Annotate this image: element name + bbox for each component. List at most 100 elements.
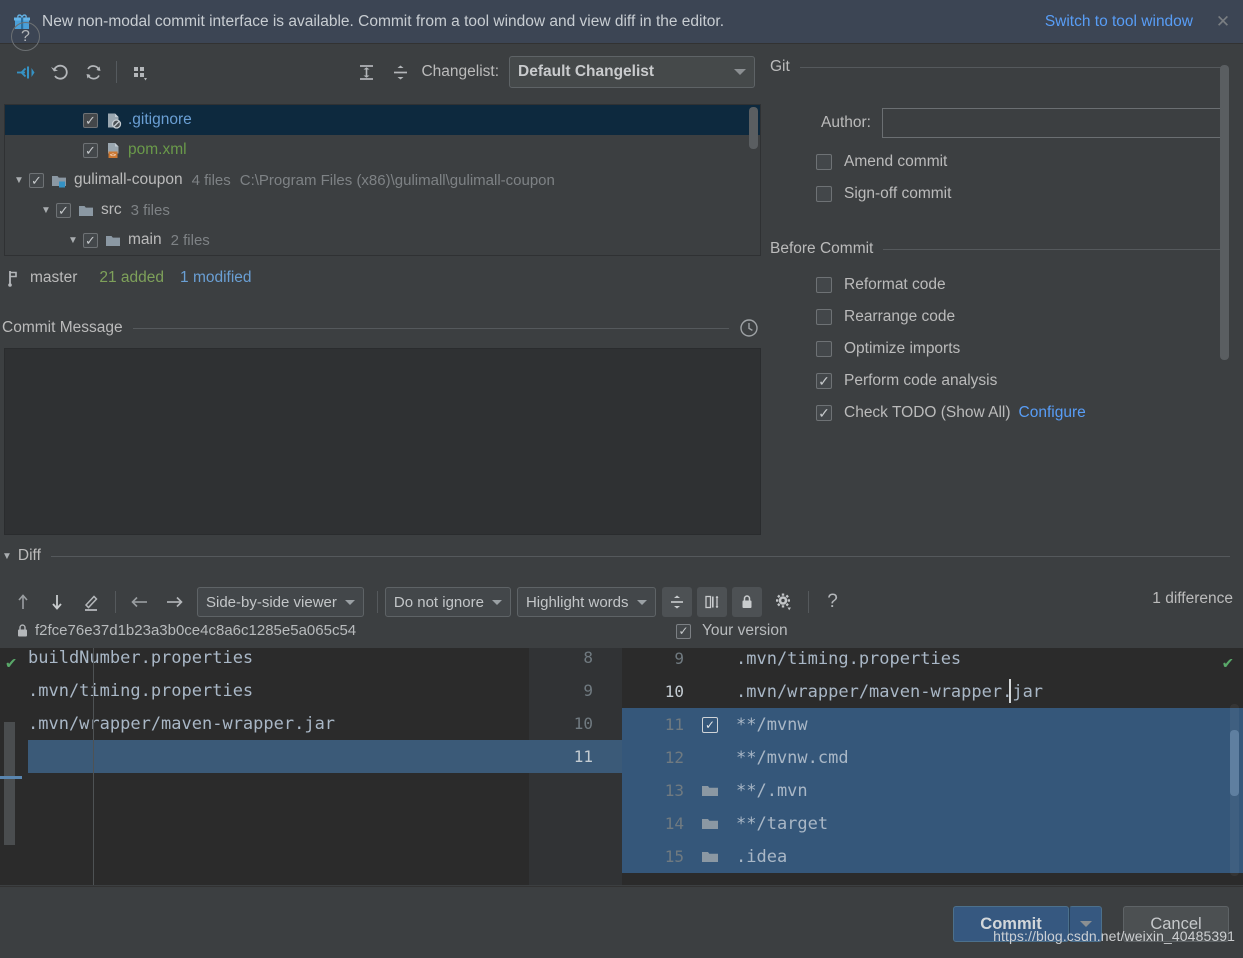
diff-line-number-right: 15 — [664, 847, 684, 866]
checkbox-icon[interactable] — [816, 186, 832, 202]
chevron-down-icon[interactable]: ▼ — [63, 235, 83, 246]
group-by-icon[interactable] — [123, 57, 157, 87]
accept-change-check-icon[interactable]: ✔ — [1223, 653, 1233, 673]
collapse-all-icon[interactable] — [383, 57, 417, 87]
right-version-title[interactable]: Your version — [676, 622, 788, 640]
previous-difference-icon[interactable] — [6, 588, 40, 616]
viewer-mode-dropdown[interactable]: Side-by-side viewer — [197, 587, 364, 617]
toolbar-divider — [807, 591, 809, 613]
option-sign-off-commit[interactable]: Sign-off commit — [816, 178, 1243, 210]
commit-message-input[interactable] — [4, 348, 761, 535]
checkbox-icon[interactable] — [816, 309, 832, 325]
checkbox-icon[interactable] — [816, 341, 832, 357]
toolbar-divider — [115, 591, 116, 613]
diff-right-text[interactable]: .mvn/timing.properties .mvn/wrapper/maven… — [726, 648, 1243, 885]
annotate-icon[interactable] — [74, 588, 108, 616]
changelist-dropdown[interactable]: Default Changelist — [509, 56, 755, 88]
diff-line-text: .mvn/wrapper/maven-wrapper.jar — [736, 681, 1044, 702]
collapse-unchanged-icon[interactable] — [661, 587, 692, 617]
branch-icon — [6, 269, 22, 287]
checkbox-icon[interactable] — [816, 373, 832, 389]
synchronize-scroll-icon[interactable] — [696, 587, 727, 617]
option-label: Check TODO (Show All) — [844, 404, 1011, 421]
apply-left-icon[interactable] — [123, 588, 157, 616]
diff-gutter-right-icons[interactable]: ✓ — [694, 648, 726, 885]
tree-row[interactable]: ▼ src 3 files — [5, 195, 760, 225]
commit-message-header: Commit Message — [2, 316, 759, 340]
folder-icon[interactable] — [694, 840, 726, 873]
expand-all-icon[interactable] — [349, 57, 383, 87]
whitespace-mode-dropdown[interactable]: Do not ignore — [384, 587, 511, 617]
highlight-mode-dropdown[interactable]: Highlight words — [516, 587, 656, 617]
diff-line-number-right: 9 — [674, 649, 684, 668]
help-button[interactable]: ? — [11, 22, 40, 51]
your-version-label: Your version — [702, 622, 788, 639]
chevron-down-icon — [636, 599, 647, 605]
diff-scrollbar-thumb[interactable] — [1230, 730, 1239, 796]
option-perform-code-analysis[interactable]: Perform code analysis — [816, 365, 1243, 397]
tree-row[interactable]: .gitignore — [5, 105, 760, 135]
module-folder-icon — [51, 172, 68, 189]
chevron-down-icon[interactable]: ▼ — [2, 551, 12, 562]
current-branch: master — [30, 269, 78, 286]
row-checkbox[interactable] — [83, 112, 98, 128]
checkbox-icon[interactable] — [816, 277, 832, 293]
tree-scrollbar-thumb[interactable] — [749, 107, 758, 149]
option-rearrange-code[interactable]: Rearrange code — [816, 301, 1243, 333]
option-reformat-code[interactable]: Reformat code — [816, 269, 1243, 301]
option-label: Perform code analysis — [844, 372, 998, 389]
checkbox-icon[interactable] — [816, 154, 832, 170]
apply-right-icon[interactable] — [157, 588, 191, 616]
tree-row[interactable]: <> pom.xml — [5, 135, 760, 165]
diff-section-header[interactable]: ▼ Diff — [2, 544, 1230, 568]
checkbox-icon[interactable] — [816, 405, 832, 421]
modified-count: 1 modified — [180, 269, 252, 286]
diff-line-right: **/.mvn — [726, 774, 1243, 807]
next-difference-icon[interactable] — [40, 588, 74, 616]
refresh-icon[interactable] — [76, 57, 110, 87]
options-scrollbar-thumb[interactable] — [1220, 65, 1229, 360]
folder-icon[interactable] — [694, 774, 726, 807]
option-label: Rearrange code — [844, 308, 956, 325]
diff-section-title: Diff — [17, 547, 41, 564]
rollback-icon[interactable] — [42, 57, 76, 87]
tree-scrollbar[interactable] — [748, 106, 759, 255]
file-count: 3 files — [130, 201, 170, 219]
option-amend-commit[interactable]: Amend commit — [816, 146, 1243, 178]
read-only-lock-icon[interactable] — [731, 587, 762, 617]
diff-line-text: **/mvnw.cmd — [736, 747, 849, 768]
checkbox-icon[interactable] — [676, 623, 691, 639]
option-check-todo[interactable]: Check TODO (Show All) Configure — [816, 397, 1243, 429]
close-icon[interactable]: ✕ — [1215, 12, 1231, 32]
chevron-down-icon[interactable]: ▼ — [36, 205, 56, 216]
diff-change-connector — [622, 704, 629, 790]
file-name: pom.xml — [128, 141, 187, 158]
diff-line-left: .mvn/timing.properties — [0, 674, 529, 707]
configure-link[interactable]: Configure — [1019, 404, 1086, 422]
chevron-down-icon — [491, 599, 502, 605]
file-count: 2 files — [170, 231, 210, 249]
diff-pane-right[interactable]: 9 10 11 12 13 14 15 ✓ .mvn/timing.properties .m… — [622, 648, 1243, 885]
tree-row[interactable]: ▼ main 2 files — [5, 225, 760, 255]
left-revision-title: f2fce76e37d1b23a3b0ce4c8a6c1285e5a065c54 — [16, 622, 356, 639]
tree-row[interactable]: ▼ gulimall-coupon 4 files C:\Program Files… — [5, 165, 760, 195]
row-checkbox[interactable] — [83, 142, 98, 158]
author-field[interactable] — [882, 108, 1222, 138]
diff-viewer[interactable]: ✔ buildNumber.properties .mvn/timing.prop… — [0, 648, 1243, 885]
changed-files-tree[interactable]: .gitignore <> pom.xml ▼ gulimall-coupon 4 f… — [4, 104, 761, 256]
switch-to-tool-window-link[interactable]: Switch to tool window — [1045, 13, 1193, 31]
chevron-down-icon[interactable]: ▼ — [9, 175, 29, 186]
folder-icon[interactable] — [694, 807, 726, 840]
option-optimize-imports[interactable]: Optimize imports — [816, 333, 1243, 365]
clock-icon[interactable] — [739, 318, 759, 338]
checkbox-icon[interactable]: ✓ — [694, 708, 726, 741]
diff-pane-left[interactable]: ✔ buildNumber.properties .mvn/timing.prop… — [0, 648, 529, 885]
settings-gear-icon[interactable] — [767, 588, 801, 616]
row-checkbox[interactable] — [56, 202, 71, 218]
row-checkbox[interactable] — [83, 232, 98, 248]
options-panel-fade — [770, 528, 1228, 544]
show-diff-icon[interactable] — [8, 57, 42, 87]
row-checkbox[interactable] — [29, 172, 44, 188]
viewer-mode-value: Side-by-side viewer — [206, 593, 337, 611]
help-question-icon[interactable]: ? — [816, 588, 850, 616]
